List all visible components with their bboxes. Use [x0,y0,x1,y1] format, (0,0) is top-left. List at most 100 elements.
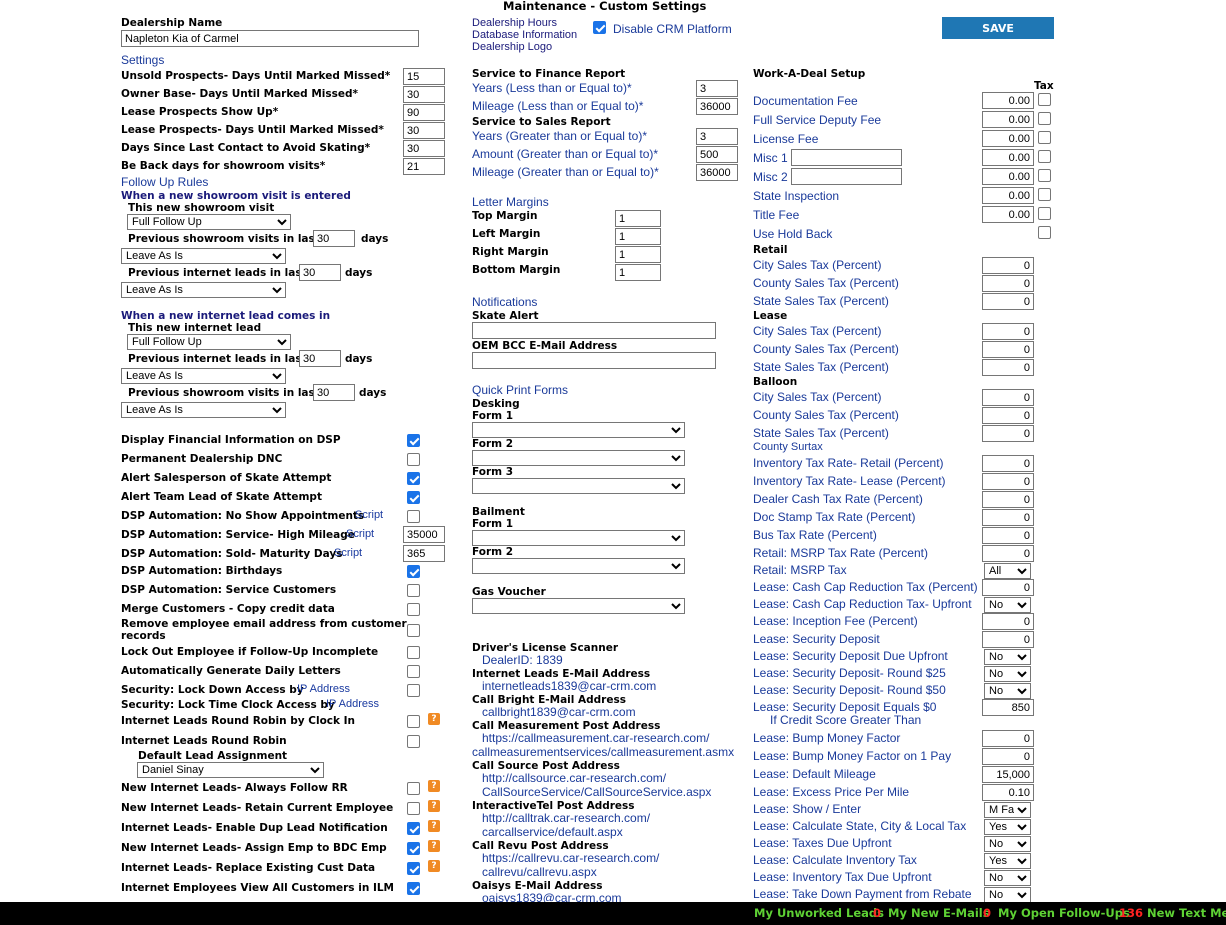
save-button[interactable]: SAVE [942,17,1054,39]
s2s-input[interactable] [696,146,738,163]
tax-input[interactable] [982,275,1034,292]
setting-checkbox[interactable] [407,453,420,466]
misc-name-input[interactable] [791,149,902,166]
prev-internet-days-input[interactable] [299,350,341,367]
deal-setting-select[interactable]: No [984,597,1031,613]
bailment-form2-select[interactable] [472,558,685,574]
deal-setting-select[interactable]: M Fa [984,802,1031,818]
prev-internet-select[interactable]: Leave As Is [121,368,286,384]
setting-checkbox[interactable] [407,735,420,748]
fee-input[interactable] [982,187,1034,204]
fee-tax-checkbox[interactable] [1038,226,1051,239]
prev-internet-days-input[interactable] [299,264,341,281]
bailment-form1-select[interactable] [472,530,685,546]
tax-input[interactable] [982,323,1034,340]
prev-showroom-select[interactable]: Leave As Is [121,248,286,264]
deal-setting-input[interactable] [982,784,1034,801]
prev-internet-select[interactable]: Leave As Is [121,282,286,298]
setting-checkbox[interactable] [407,822,420,835]
fee-input[interactable] [982,111,1034,128]
fee-input[interactable] [982,92,1034,109]
deal-setting-input[interactable] [982,699,1034,716]
deal-setting-select[interactable]: No [984,870,1031,886]
prev-showroom-select[interactable]: Leave As Is [121,402,286,418]
fee-tax-checkbox[interactable] [1038,131,1051,144]
fee-input[interactable] [982,130,1034,147]
deal-setting-input[interactable] [982,509,1034,526]
setting-input[interactable] [403,86,445,103]
setting-checkbox[interactable] [407,665,420,678]
setting-input[interactable] [403,158,445,175]
margin-input[interactable] [615,228,661,245]
script-link[interactable]: IP Address [297,683,350,695]
margin-input[interactable] [615,264,661,281]
script-link[interactable]: Script [355,509,383,521]
deal-setting-input[interactable] [982,579,1034,596]
setting-checkbox[interactable] [407,434,420,447]
deal-setting-select[interactable]: Yes [984,853,1031,869]
fee-input[interactable] [982,149,1034,166]
desking-form2-select[interactable] [472,450,685,466]
default-lead-select[interactable]: Daniel Sinay [137,762,324,778]
deal-setting-input[interactable] [982,455,1034,472]
fee-tax-checkbox[interactable] [1038,207,1051,220]
open-followups-link[interactable]: My Open Follow-Ups [998,906,1130,920]
setting-checkbox[interactable] [407,882,420,895]
setting-checkbox[interactable] [407,603,420,616]
tax-input[interactable] [982,341,1034,358]
prev-showroom-days-input[interactable] [313,384,355,401]
help-icon[interactable]: ? [428,820,440,832]
tax-input[interactable] [982,257,1034,274]
help-icon[interactable]: ? [428,860,440,872]
dealership-logo-link[interactable]: Dealership Logo [472,41,552,53]
unworked-leads-link[interactable]: My Unworked Leads [754,906,884,920]
setting-checkbox[interactable] [407,565,420,578]
setting-checkbox[interactable] [407,510,420,523]
deal-setting-select[interactable]: No [984,887,1031,903]
tax-input[interactable] [982,293,1034,310]
deal-setting-select[interactable]: No [984,649,1031,665]
this-showroom-select[interactable]: Full Follow Up [127,214,291,230]
script-link[interactable]: Script [334,547,362,559]
check-value-input[interactable] [403,545,445,562]
oem-bcc-input[interactable] [472,352,716,369]
setting-checkbox[interactable] [407,624,420,637]
setting-input[interactable] [403,104,445,121]
database-information-link[interactable]: Database Information [472,29,577,41]
margin-input[interactable] [615,246,661,263]
margin-input[interactable] [615,210,661,227]
tax-input[interactable] [982,407,1034,424]
deal-setting-input[interactable] [982,545,1034,562]
skate-alert-input[interactable] [472,322,716,339]
script-link[interactable]: Script [346,528,374,540]
setting-checkbox[interactable] [407,802,420,815]
desking-form3-select[interactable] [472,478,685,494]
misc-name-input[interactable] [791,168,902,185]
help-icon[interactable]: ? [428,840,440,852]
setting-checkbox[interactable] [407,842,420,855]
setting-checkbox[interactable] [407,782,420,795]
fee-input[interactable] [982,168,1034,185]
setting-checkbox[interactable] [407,472,420,485]
deal-setting-select[interactable]: Yes [984,819,1031,835]
deal-setting-input[interactable] [982,527,1034,544]
setting-checkbox[interactable] [407,715,420,728]
fee-input[interactable] [982,206,1034,223]
s2f-input[interactable] [696,80,738,97]
check-value-input[interactable] [403,526,445,543]
setting-input[interactable] [403,68,445,85]
setting-checkbox[interactable] [407,862,420,875]
script-link[interactable]: IP Address [326,698,379,710]
prev-showroom-days-input[interactable] [313,230,355,247]
deal-setting-input[interactable] [982,473,1034,490]
this-internet-select[interactable]: Full Follow Up [127,334,291,350]
disable-crm-checkbox[interactable] [593,21,606,34]
dealership-hours-link[interactable]: Dealership Hours [472,17,557,29]
fee-tax-checkbox[interactable] [1038,112,1051,125]
new-texts-link[interactable]: New Text Mes [1147,906,1226,920]
help-icon[interactable]: ? [428,800,440,812]
s2s-input[interactable] [696,128,738,145]
help-icon[interactable]: ? [428,780,440,792]
tax-input[interactable] [982,425,1034,442]
deal-setting-select[interactable]: All [984,563,1031,579]
